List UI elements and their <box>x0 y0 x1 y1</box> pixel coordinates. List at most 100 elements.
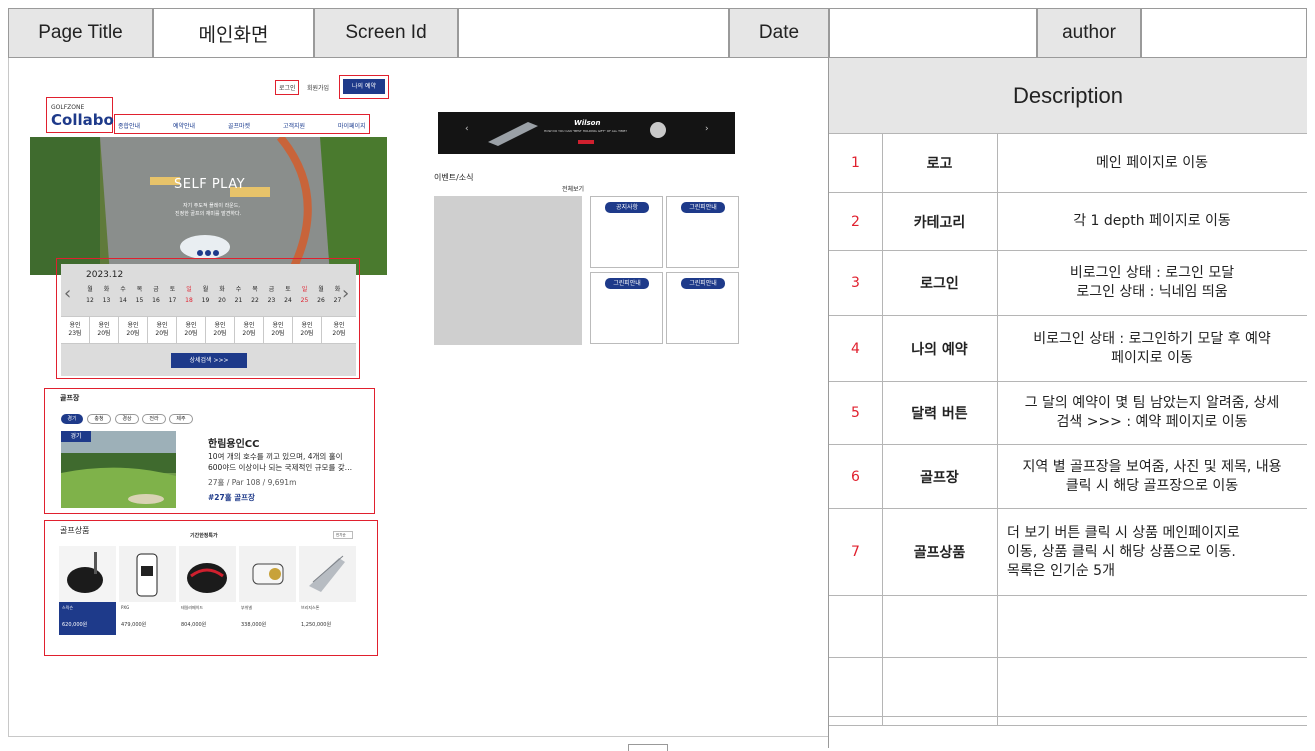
slot-location: 용인 <box>98 322 110 329</box>
product-brand: 테일러메이드 <box>181 605 204 610</box>
slot-cell[interactable]: 용인 20팀 <box>177 317 206 343</box>
products-sub-title: 기간한정특가 <box>190 533 218 539</box>
slot-cell[interactable]: 용인 20팀 <box>235 317 264 343</box>
logo[interactable]: Collabo <box>51 111 114 129</box>
row-number: 5 <box>829 382 883 444</box>
promo-banner[interactable]: ‹ › Wilson HOW DO YOU CAN "BEST HOLDING … <box>438 112 735 154</box>
row-name: 골프상품 <box>882 509 998 595</box>
row-name: 달력 버튼 <box>882 382 998 444</box>
hero-line-2: 진정한 골프의 재미를 발견하다. <box>175 211 242 217</box>
event-section-title: 이벤트/소식 <box>434 173 474 182</box>
product-brand: 부쉬넬 <box>241 605 253 610</box>
hero-pagination[interactable] <box>197 250 221 257</box>
event-more-link[interactable]: 전체보기 <box>562 184 584 193</box>
region-chip-jeolla[interactable]: 전라 <box>142 414 166 424</box>
greenfee-button[interactable]: 그린피안내 <box>681 202 725 213</box>
region-chip-gyeonggi[interactable]: 경기 <box>61 414 83 424</box>
greenfee-button[interactable]: 그린피안내 <box>605 278 649 289</box>
slot-cell[interactable]: 용인 20팀 <box>293 317 322 343</box>
nav-item-support[interactable]: 고객지원 <box>283 121 305 130</box>
nav-item-market[interactable]: 골프마켓 <box>228 121 250 130</box>
author-label: author <box>1037 8 1141 58</box>
hero-line-1: 자기 주도적 플레이 라운드, <box>183 203 240 209</box>
my-reservation-button[interactable]: 나의 예약 <box>343 79 385 94</box>
golf-course-name[interactable]: 한림용인CC <box>208 435 259 450</box>
golf-course-tag: #27홀 골프장 <box>208 493 255 502</box>
row-number: 1 <box>829 134 883 192</box>
slot-location: 용인 <box>185 322 197 329</box>
golf-course-image[interactable] <box>61 431 176 508</box>
row-name <box>882 658 998 716</box>
weekday: 화 <box>334 286 341 293</box>
slot-cell[interactable]: 용인 20팀 <box>206 317 235 343</box>
golf-course-desc-1: 10여 개의 호수를 끼고 있으며, 4개의 홀이 <box>208 452 343 461</box>
slot-teams: 20팀 <box>184 330 198 337</box>
product-brand: 브리지스톤 <box>301 605 320 610</box>
nav-item-reservation[interactable]: 예약안내 <box>173 121 195 130</box>
row-text: 각 1 depth 페이지로 이동 <box>1073 213 1231 229</box>
greenfee-button[interactable]: 그린피안내 <box>681 278 725 289</box>
product-image[interactable] <box>59 546 116 602</box>
product-image[interactable] <box>179 546 236 602</box>
products-sort-select[interactable]: 인기순 <box>333 531 353 539</box>
slot-teams: 20팀 <box>332 330 346 337</box>
row-name: 로그인 <box>882 251 998 315</box>
description-row-2: 2 카테고리 각 1 depth 페이지로 이동 <box>829 192 1307 250</box>
product-brand: 스릭슨 <box>62 605 74 610</box>
region-chip-chungcheong[interactable]: 충청 <box>87 414 111 424</box>
slot-cell[interactable]: 용인 20팀 <box>148 317 177 343</box>
slot-location: 용인 <box>243 322 255 329</box>
event-main-image[interactable] <box>434 196 582 345</box>
slot-teams: 20팀 <box>300 330 314 337</box>
page-title-value: 메인화면 <box>153 8 314 58</box>
calendar-date[interactable]: 27 <box>324 297 352 304</box>
row-text: 더 보기 버튼 클릭 시 상품 메인페이지로 이동, 상품 클릭 시 해당 상품… <box>1007 524 1240 579</box>
description-row-3: 3 로그인 비로그인 상태 : 로그인 모달 로그인 상태 : 닉네임 띄움 <box>829 250 1307 315</box>
product-image[interactable] <box>119 546 176 602</box>
description-panel: Description 1 로고 메인 페이지로 이동 2 카테고리 각 1 d… <box>828 58 1307 748</box>
slot-cell[interactable]: 용인 20팀 <box>90 317 119 343</box>
slot-cell[interactable]: 용인 20팀 <box>322 317 356 343</box>
row-name <box>882 596 998 657</box>
screen-id-value <box>458 8 729 58</box>
banner-next-button[interactable]: › <box>705 124 709 134</box>
slot-location: 용인 <box>333 322 345 329</box>
product-price: 1,250,000원 <box>301 622 332 628</box>
canvas-scroll-thumb[interactable] <box>628 744 668 751</box>
banner-caption: HOW DO YOU CAN "BEST HOLDING GIFT" OF AL… <box>544 129 627 133</box>
description-row-7: 7 골프상품 더 보기 버튼 클릭 시 상품 메인페이지로 이동, 상품 클릭 … <box>829 508 1307 595</box>
slot-location: 용인 <box>272 322 284 329</box>
row-number: 3 <box>829 251 883 315</box>
row-text: 메인 페이지로 이동 <box>1096 154 1208 171</box>
product-price: 479,000원 <box>121 622 147 628</box>
date-label: Date <box>729 8 829 58</box>
region-chip-gyeongsang[interactable]: 경상 <box>115 414 139 424</box>
row-name: 나의 예약 <box>882 316 998 381</box>
slot-teams: 20팀 <box>97 330 111 337</box>
description-row-6: 6 골프장 지역 별 골프장을 보여줌, 사진 및 제목, 내용 클릭 시 해당… <box>829 444 1307 508</box>
row-name: 골프장 <box>882 445 998 508</box>
calendar-prev-button[interactable]: ‹ <box>64 285 71 303</box>
row-number <box>829 596 883 657</box>
row-name: 카테고리 <box>882 193 998 250</box>
banner-brand: Wilson <box>574 119 601 127</box>
nav-item-mypage[interactable]: 마이페이지 <box>338 121 366 130</box>
product-image[interactable] <box>239 546 296 602</box>
slot-teams: 20팀 <box>126 330 140 337</box>
signup-link[interactable]: 회원가입 <box>307 83 329 92</box>
golf-section-title: 골프장 <box>60 394 80 402</box>
slot-cell[interactable]: 용인 20팀 <box>264 317 293 343</box>
products-section-title: 골프상품 <box>60 526 90 535</box>
detail-search-button[interactable]: 상세검색 >>> <box>171 353 247 368</box>
nav-item-guide[interactable]: 종합안내 <box>118 121 140 130</box>
description-row-4: 4 나의 예약 비로그인 상태 : 로그인하기 모달 후 예약 페이지로 이동 <box>829 315 1307 381</box>
login-link[interactable]: 로그인 <box>279 83 296 92</box>
banner-prev-button[interactable]: ‹ <box>465 124 469 134</box>
slot-teams: 20팀 <box>213 330 227 337</box>
slot-cell[interactable]: 용인 20팀 <box>119 317 148 343</box>
product-image[interactable] <box>299 546 356 602</box>
region-chip-jeju[interactable]: 제주 <box>169 414 193 424</box>
golf-course-desc-2: 600야드 이상이나 되는 국제적인 규모를 갖… <box>208 463 353 472</box>
slot-cell[interactable]: 용인 23팀 <box>61 317 90 343</box>
notice-button[interactable]: 공지사항 <box>605 202 649 213</box>
